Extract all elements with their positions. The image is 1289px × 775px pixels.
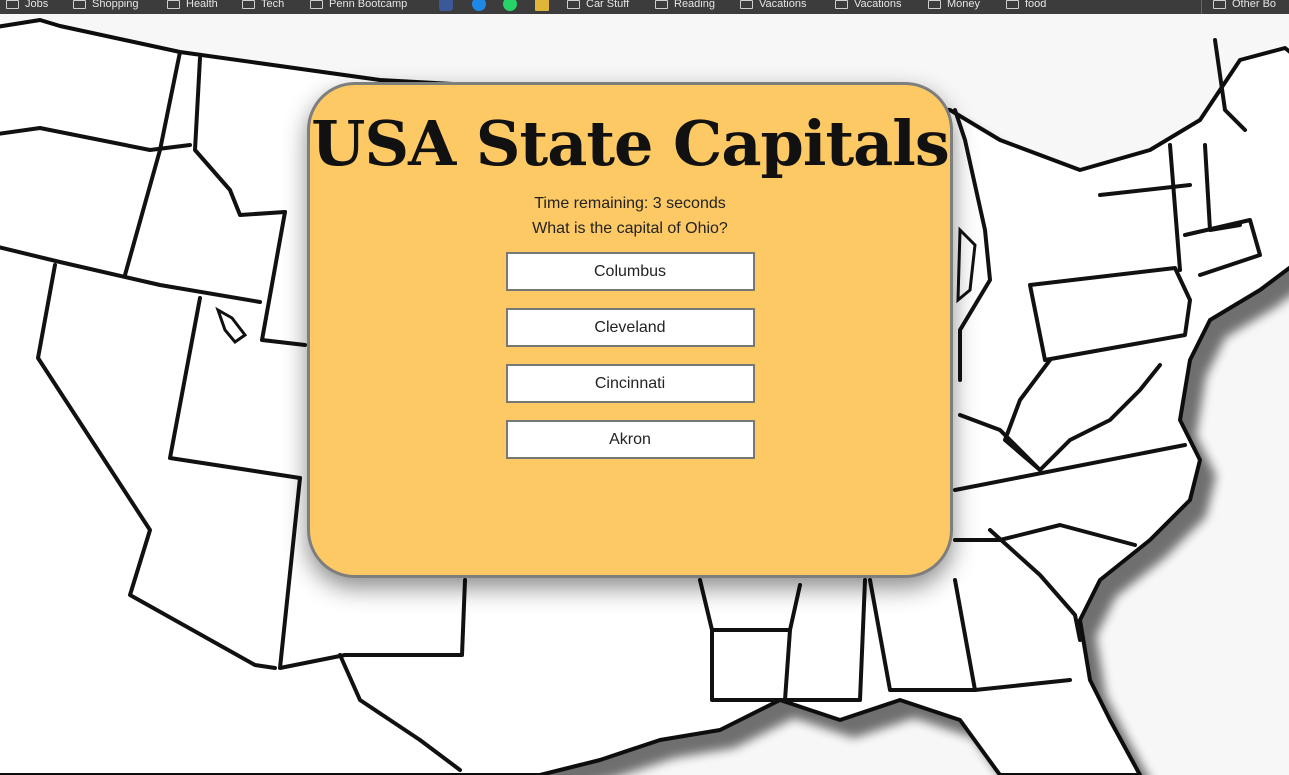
folder-icon [73, 0, 86, 9]
bookmark-other-bookmarks[interactable]: Other Bo [1213, 0, 1276, 12]
bookmark-facebook[interactable] [439, 0, 453, 12]
question-text: What is the capital of Ohio? [532, 220, 728, 237]
folder-icon [740, 0, 753, 9]
folder-icon [567, 0, 580, 9]
quiz-card: USA State Capitals Time remaining: 3 sec… [307, 82, 953, 578]
answer-button-columbus[interactable]: Columbus [505, 252, 755, 291]
timer-text: Time remaining: 3 seconds [534, 195, 726, 212]
bookmark-reading[interactable]: Reading [655, 0, 715, 12]
bookmark-whatsapp[interactable] [503, 0, 517, 12]
folder-icon [1213, 0, 1226, 9]
bookmark-vacations[interactable]: Vacations [740, 0, 807, 12]
bookmark-tech[interactable]: Tech [242, 0, 284, 12]
bookmark-money[interactable]: Money [928, 0, 980, 12]
answer-button-cleveland[interactable]: Cleveland [505, 308, 755, 347]
folder-icon [928, 0, 941, 9]
bookmark-vacations-2[interactable]: Vacations [835, 0, 902, 12]
folder-icon [655, 0, 668, 9]
answer-button-cincinnati[interactable]: Cincinnati [505, 364, 755, 403]
whatsapp-icon [503, 0, 517, 11]
bookmark-jobs[interactable]: Jobs [6, 0, 48, 12]
bookmark-food[interactable]: food [1006, 0, 1046, 12]
bookmarks-separator [1201, 0, 1202, 14]
folder-icon [242, 0, 255, 9]
folder-icon [167, 0, 180, 9]
bookmark-car-stuff[interactable]: Car Stuff [567, 0, 629, 12]
bookmarks-bar: Jobs Shopping Health Tech Penn Bootcamp … [0, 0, 1289, 14]
bookmark-shopping[interactable]: Shopping [73, 0, 139, 12]
ruler-icon [535, 0, 549, 11]
facebook-icon [439, 0, 453, 11]
bookmark-penn-bootcamp[interactable]: Penn Bootcamp [310, 0, 407, 12]
bookmark-health[interactable]: Health [167, 0, 218, 12]
folder-icon [310, 0, 323, 9]
folder-icon [1006, 0, 1019, 9]
folder-icon [6, 0, 19, 9]
quiz-title: USA State Capitals [311, 107, 949, 180]
answer-list: Columbus Cleveland Cincinnati Akron [310, 252, 950, 459]
folder-icon [835, 0, 848, 9]
bookmark-ruler[interactable] [535, 0, 549, 12]
messenger-icon [472, 0, 486, 11]
answer-button-akron[interactable]: Akron [505, 420, 755, 459]
bookmark-messenger[interactable] [472, 0, 486, 12]
